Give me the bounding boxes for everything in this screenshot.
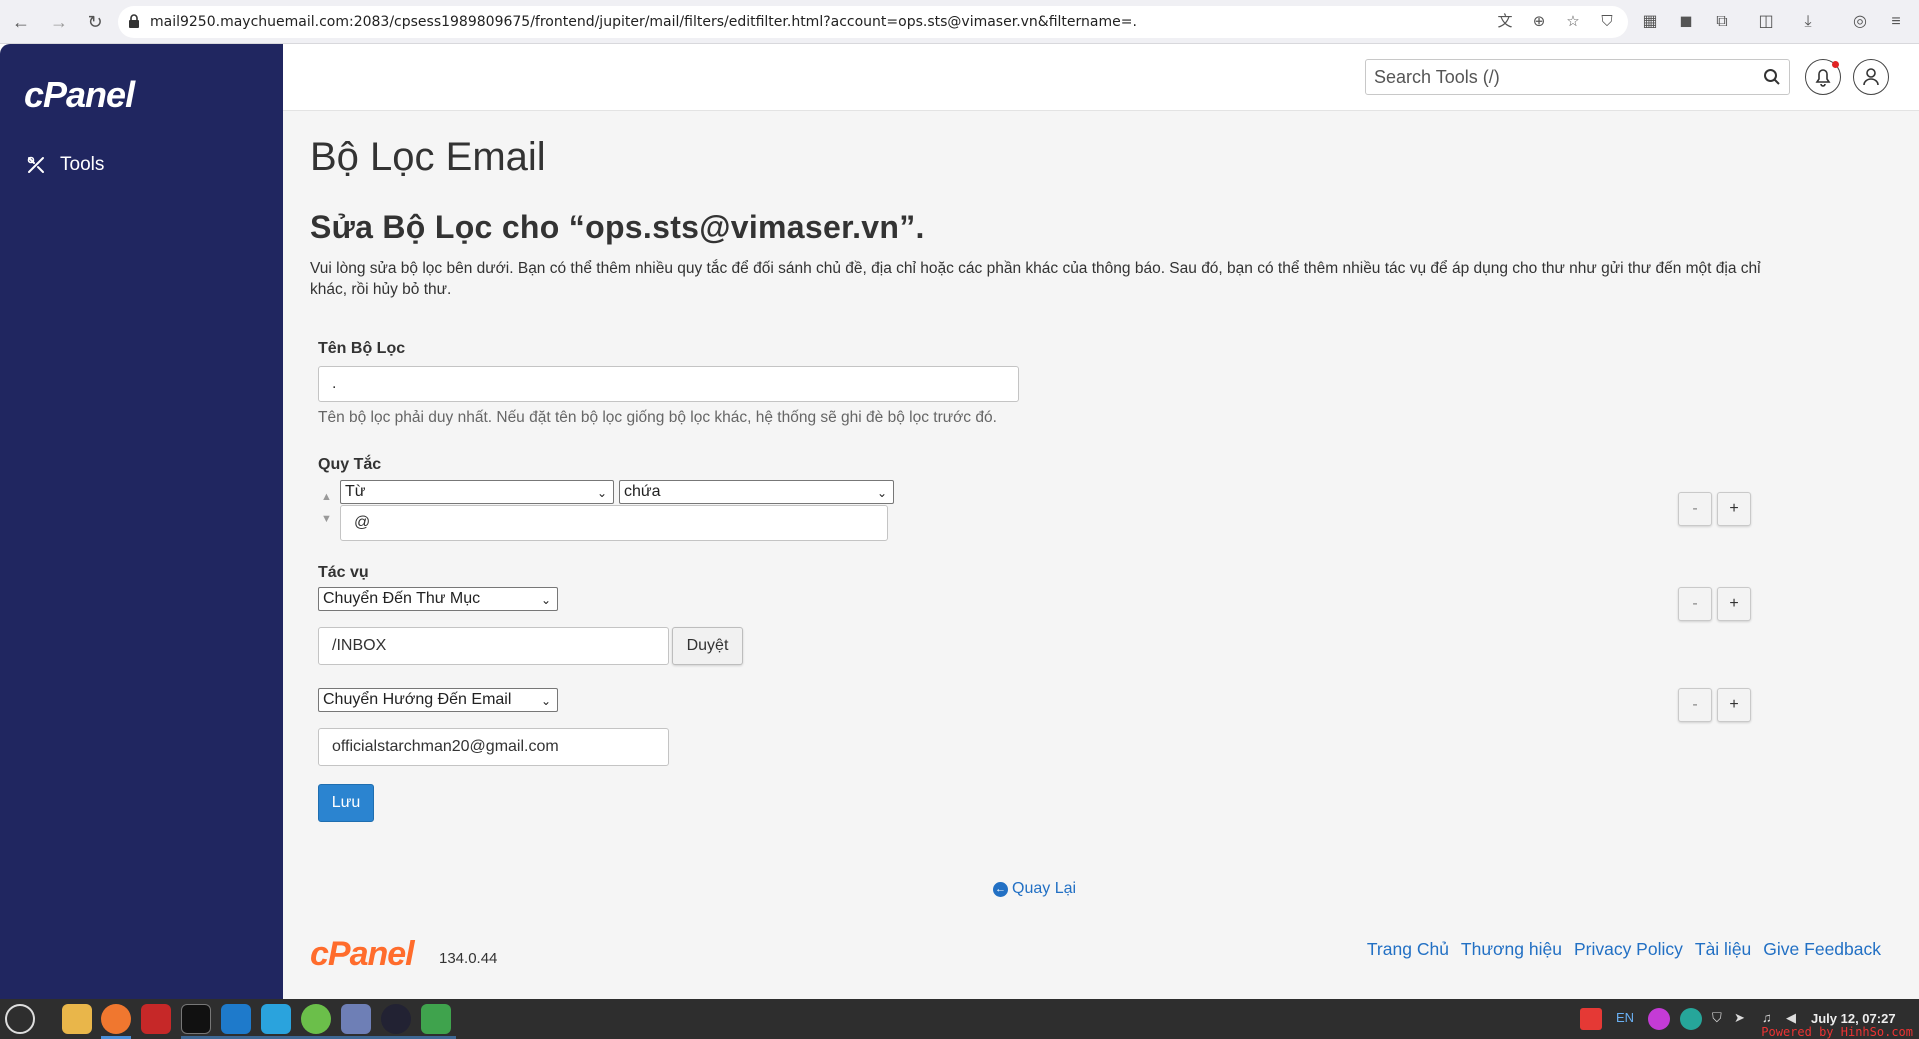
telegram-icon[interactable] bbox=[261, 1004, 291, 1034]
tray-notification-icon[interactable]: ♫ bbox=[1762, 1010, 1772, 1025]
add-action-button[interactable]: + bbox=[1717, 688, 1751, 722]
shield-app-icon[interactable] bbox=[421, 1004, 451, 1034]
sidebar: cPanel Tools bbox=[0, 44, 283, 999]
folder-path-input[interactable]: /INBOX bbox=[318, 627, 669, 665]
sidebar-item-tools[interactable]: Tools bbox=[26, 150, 104, 180]
arrow-left-circle-icon: ← bbox=[993, 881, 1008, 897]
user-menu-button[interactable] bbox=[1853, 59, 1889, 95]
mint-menu-icon[interactable] bbox=[5, 1004, 35, 1034]
puzzle-icon[interactable]: ⧉ bbox=[1712, 12, 1732, 32]
language-indicator[interactable]: EN bbox=[1616, 1010, 1634, 1025]
save-button[interactable]: Lưu bbox=[318, 784, 374, 822]
firefox-icon[interactable] bbox=[101, 1004, 131, 1034]
terminal-icon[interactable] bbox=[181, 1004, 211, 1034]
filter-name-input[interactable]: . bbox=[318, 366, 1019, 402]
footer-cpanel-logo[interactable]: cPanel bbox=[310, 935, 415, 974]
chevron-down-icon: ⌄ bbox=[540, 694, 551, 708]
footer-links: Trang Chủ Thương hiệu Privacy Policy Tài… bbox=[1367, 939, 1881, 960]
filter-name-label: Tên Bộ Lọc bbox=[318, 340, 406, 357]
action-type-select[interactable]: Chuyển Đến Thư Mục ⌄ bbox=[318, 587, 558, 611]
shield-icon[interactable]: ⛉ bbox=[1598, 13, 1616, 31]
tray-shield-icon[interactable]: ⛉ bbox=[1712, 1010, 1722, 1026]
anydesk-tray-icon[interactable] bbox=[1580, 1008, 1602, 1030]
main-content: Bộ Lọc Email Sửa Bộ Lọc cho “ops.sts@vim… bbox=[283, 111, 1919, 999]
page-title: Bộ Lọc Email bbox=[310, 135, 546, 179]
actions-label: Tác vụ bbox=[318, 564, 369, 581]
url-text: mail9250.maychuemail.com:2083/cpsess1989… bbox=[150, 14, 1137, 30]
search-input[interactable] bbox=[1374, 66, 1754, 88]
footer-link-home[interactable]: Trang Chủ bbox=[1367, 939, 1449, 960]
move-up-arrow-icon[interactable]: ▲ bbox=[321, 491, 332, 503]
menu-icon[interactable]: ≡ bbox=[1886, 12, 1906, 32]
move-down-arrow-icon[interactable]: ▼ bbox=[321, 513, 332, 525]
tray-telegram-icon[interactable]: ➤ bbox=[1734, 1010, 1745, 1026]
reload-icon[interactable]: ↻ bbox=[84, 11, 106, 33]
tools-icon bbox=[27, 156, 44, 173]
volume-icon[interactable]: ◀ bbox=[1786, 1010, 1796, 1026]
footer-link-privacy[interactable]: Privacy Policy bbox=[1574, 939, 1683, 960]
browse-button[interactable]: Duyệt bbox=[672, 627, 743, 665]
network-icon[interactable] bbox=[381, 1004, 411, 1034]
vscode-icon[interactable] bbox=[221, 1004, 251, 1034]
footer-link-docs[interactable]: Tài liệu bbox=[1695, 939, 1751, 960]
zoom-icon[interactable]: ⊕ bbox=[1530, 13, 1548, 31]
remove-action-button[interactable]: - bbox=[1678, 688, 1712, 722]
os-taskbar: EN ⛉ ➤ ♫ ◀ July 12, 07:27 Powered by Hin… bbox=[0, 999, 1919, 1039]
page-description: Vui lòng sửa bộ lọc bên dưới. Bạn có thể… bbox=[310, 260, 1761, 298]
add-action-button[interactable]: + bbox=[1717, 587, 1751, 621]
version-number: 134.0.44 bbox=[439, 950, 498, 967]
back-link-label: Quay Lại bbox=[1012, 880, 1077, 897]
back-link[interactable]: ← Quay Lại bbox=[993, 880, 1076, 898]
forward-arrow-icon[interactable]: → bbox=[48, 11, 70, 33]
rule-field-select[interactable]: Từ ⌄ bbox=[340, 480, 614, 504]
action-type-value: Chuyển Hướng Đến Email bbox=[323, 691, 512, 708]
action-type-value: Chuyển Đến Thư Mục bbox=[323, 590, 481, 607]
app-icon[interactable] bbox=[301, 1004, 331, 1034]
extension-p-icon[interactable]: ◼ bbox=[1676, 12, 1696, 32]
footer-link-trademarks[interactable]: Thương hiệu bbox=[1461, 939, 1562, 960]
download-icon[interactable]: ⤓ bbox=[1798, 12, 1818, 32]
address-bar[interactable]: mail9250.maychuemail.com:2083/cpsess1989… bbox=[118, 6, 1628, 38]
rule-operator-select[interactable]: chứa ⌄ bbox=[619, 480, 894, 504]
bookmark-star-icon[interactable]: ☆ bbox=[1564, 13, 1582, 31]
tray-app-icon[interactable] bbox=[1648, 1008, 1670, 1030]
remove-action-button[interactable]: - bbox=[1678, 587, 1712, 621]
mail-icon[interactable] bbox=[341, 1004, 371, 1034]
sidebar-item-label: Tools bbox=[60, 154, 105, 175]
browser-toolbar: ← → ↻ mail9250.maychuemail.com:2083/cpse… bbox=[0, 0, 1919, 44]
sidebar-toggle-icon[interactable]: ◫ bbox=[1756, 12, 1776, 32]
rule-operator-value: chứa bbox=[624, 483, 661, 500]
redirect-email-input[interactable]: officialstarchman20@gmail.com bbox=[318, 728, 669, 766]
user-icon bbox=[1863, 68, 1879, 86]
notifications-button[interactable] bbox=[1805, 59, 1841, 95]
files-folder-icon[interactable] bbox=[62, 1004, 92, 1034]
translate-icon[interactable]: 文 bbox=[1496, 13, 1514, 31]
notification-dot bbox=[1832, 61, 1839, 68]
account-icon[interactable]: ◎ bbox=[1850, 12, 1870, 32]
filter-name-help: Tên bộ lọc phải duy nhất. Nếu đặt tên bộ… bbox=[318, 409, 997, 426]
cpanel-logo[interactable]: cPanel bbox=[24, 74, 135, 116]
tray-sync-icon[interactable] bbox=[1680, 1008, 1702, 1030]
lock-icon bbox=[129, 14, 139, 28]
system-clock[interactable]: July 12, 07:27 bbox=[1811, 1011, 1896, 1026]
footer-link-feedback[interactable]: Give Feedback bbox=[1763, 939, 1881, 960]
rule-value-input[interactable]: @ bbox=[340, 505, 888, 541]
rules-label: Quy Tắc bbox=[318, 456, 382, 473]
watermark: Powered by HinhSo.com bbox=[1761, 1025, 1913, 1039]
search-icon[interactable] bbox=[1763, 68, 1781, 86]
back-arrow-icon[interactable]: ← bbox=[10, 11, 32, 33]
add-rule-button[interactable]: + bbox=[1717, 492, 1751, 526]
filezilla-icon[interactable] bbox=[141, 1004, 171, 1034]
chevron-down-icon: ⌄ bbox=[876, 486, 887, 500]
action-type-select[interactable]: Chuyển Hướng Đến Email ⌄ bbox=[318, 688, 558, 712]
qr-icon[interactable]: ▦ bbox=[1640, 12, 1660, 32]
rule-field-value: Từ bbox=[345, 483, 366, 500]
edit-filter-heading: Sửa Bộ Lọc cho “ops.sts@vimaser.vn”. bbox=[310, 209, 925, 245]
chevron-down-icon: ⌄ bbox=[540, 593, 551, 607]
remove-rule-button[interactable]: - bbox=[1678, 492, 1712, 526]
search-tools-box[interactable] bbox=[1365, 59, 1790, 95]
chevron-down-icon: ⌄ bbox=[596, 486, 607, 500]
